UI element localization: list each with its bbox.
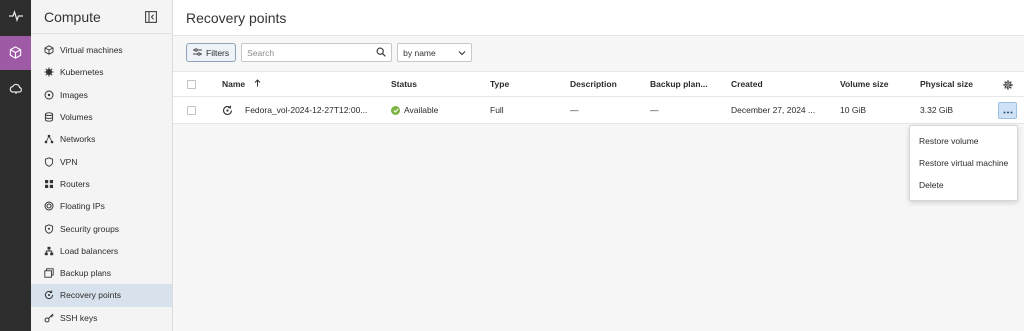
main-content: Recovery points Filters by name Name: [173, 0, 1024, 331]
security-icon: [44, 223, 54, 234]
row-name[interactable]: Fedora_vol-2024-12-27T12:00...: [245, 105, 385, 115]
sidebar-item-label: Security groups: [60, 223, 120, 234]
app-rail: [0, 0, 31, 331]
column-header-backup-plan[interactable]: Backup plan...: [650, 79, 708, 89]
row-actions-menu: Restore volume Restore virtual machine D…: [909, 125, 1018, 201]
cube-icon: [9, 45, 22, 61]
sidebar-item-label: Load balancers: [60, 245, 119, 256]
chevron-down-icon: [458, 48, 466, 58]
sidebar-item-virtual-machines[interactable]: Virtual machines: [31, 39, 172, 61]
floating-ip-icon: [44, 201, 54, 211]
collapse-sidebar-icon[interactable]: [144, 10, 158, 24]
kubernetes-icon: [44, 67, 54, 77]
sidebar-item-kubernetes[interactable]: Kubernetes: [31, 61, 172, 83]
network-icon: [44, 134, 54, 144]
row-description: —: [570, 105, 579, 115]
sidebar: Compute Virtual machines Kubernetes Imag…: [31, 0, 173, 331]
sidebar-item-volumes[interactable]: Volumes: [31, 106, 172, 128]
check-circle-icon: [391, 106, 400, 116]
column-header-label: Name: [222, 79, 246, 89]
sidebar-item-label: Virtual machines: [60, 45, 123, 56]
column-header-volume-size[interactable]: Volume size: [840, 79, 889, 89]
sidebar-item-label: VPN: [60, 156, 78, 167]
sidebar-item-label: Images: [60, 89, 88, 100]
sidebar-item-load-balancers[interactable]: Load balancers: [31, 240, 172, 262]
search-icon[interactable]: [376, 47, 386, 59]
table-row[interactable]: Fedora_vol-2024-12-27T12:00... Available…: [173, 97, 1024, 124]
status-text: Available: [404, 104, 439, 115]
sidebar-item-label: Routers: [60, 178, 90, 189]
row-checkbox[interactable]: [187, 106, 196, 115]
sidebar-item-floating-ips[interactable]: Floating IPs: [31, 195, 172, 217]
sidebar-item-security-groups[interactable]: Security groups: [31, 217, 172, 239]
compute-rail-button[interactable]: [0, 36, 31, 70]
sidebar-item-routers[interactable]: Routers: [31, 173, 172, 195]
sidebar-item-backup-plans[interactable]: Backup plans: [31, 262, 172, 284]
table-header: Name Status Type Description Backup plan…: [173, 71, 1024, 97]
column-header-description[interactable]: Description: [570, 79, 617, 89]
sidebar-item-label: Kubernetes: [60, 67, 104, 78]
column-header-status[interactable]: Status: [391, 79, 417, 89]
menu-item-delete[interactable]: Delete: [910, 174, 1017, 196]
row-created: December 27, 2024 ...: [731, 105, 816, 115]
cloud-rail-button[interactable]: [0, 72, 31, 106]
sort-select-value: by name: [403, 47, 436, 58]
monitoring-rail-button[interactable]: [0, 0, 31, 34]
activity-icon: [8, 9, 23, 24]
page-header: Recovery points: [173, 0, 1024, 36]
sidebar-item-label: Backup plans: [60, 268, 112, 279]
recovery-icon: [44, 290, 54, 300]
shield-icon: [44, 156, 54, 167]
row-volume-size: 10 GiB: [840, 105, 866, 115]
toolbar: Filters by name: [186, 43, 473, 62]
sidebar-item-label: Floating IPs: [60, 201, 105, 212]
row-backup-plan: —: [650, 105, 659, 115]
select-all-checkbox[interactable]: [187, 80, 196, 89]
database-icon: [44, 112, 54, 122]
sidebar-list: Virtual machines Kubernetes Images Volum…: [31, 34, 172, 329]
sidebar-item-recovery-points[interactable]: Recovery points: [31, 284, 172, 307]
row-actions-button[interactable]: [998, 102, 1017, 119]
sidebar-item-label: SSH keys: [60, 312, 98, 323]
sort-select[interactable]: by name: [397, 43, 473, 62]
page-title: Recovery points: [186, 9, 287, 26]
row-physical-size: 3.32 GiB: [920, 105, 954, 115]
row-status: Available: [391, 104, 439, 116]
load-balancer-icon: [44, 246, 54, 256]
recovery-icon: [222, 105, 233, 118]
sidebar-item-label: Recovery points: [60, 290, 121, 301]
filters-button[interactable]: Filters: [186, 43, 237, 62]
column-header-physical-size[interactable]: Physical size: [920, 79, 973, 89]
column-header-created[interactable]: Created: [731, 79, 763, 89]
cloud-icon: [9, 83, 23, 96]
sidebar-item-ssh-keys[interactable]: SSH keys: [31, 307, 172, 329]
disc-icon: [44, 90, 54, 100]
column-header-type[interactable]: Type: [490, 79, 509, 89]
sidebar-item-networks[interactable]: Networks: [31, 128, 172, 150]
search-input[interactable]: [247, 47, 368, 58]
sidebar-item-label: Volumes: [60, 112, 93, 123]
more-horizontal-icon: [1003, 106, 1013, 116]
recovery-points-table: Name Status Type Description Backup plan…: [173, 71, 1024, 124]
router-icon: [44, 179, 54, 189]
sidebar-title: Compute: [44, 8, 101, 25]
filter-sliders-icon: [193, 47, 202, 58]
column-header-name[interactable]: Name: [222, 79, 261, 89]
gear-icon[interactable]: [1003, 80, 1013, 92]
sidebar-item-label: Networks: [60, 134, 96, 145]
sidebar-header: Compute: [31, 0, 172, 34]
sidebar-item-images[interactable]: Images: [31, 84, 172, 106]
backup-icon: [44, 268, 54, 278]
cube-outline-icon: [44, 45, 54, 55]
row-type: Full: [490, 105, 504, 115]
search-box: [241, 43, 393, 62]
key-icon: [44, 313, 54, 323]
sort-ascending-icon: [254, 79, 261, 89]
sidebar-item-vpn[interactable]: VPN: [31, 150, 172, 172]
filters-label: Filters: [206, 47, 230, 58]
menu-item-restore-volume[interactable]: Restore volume: [910, 130, 1017, 152]
menu-item-restore-virtual-machine[interactable]: Restore virtual machine: [910, 152, 1017, 174]
